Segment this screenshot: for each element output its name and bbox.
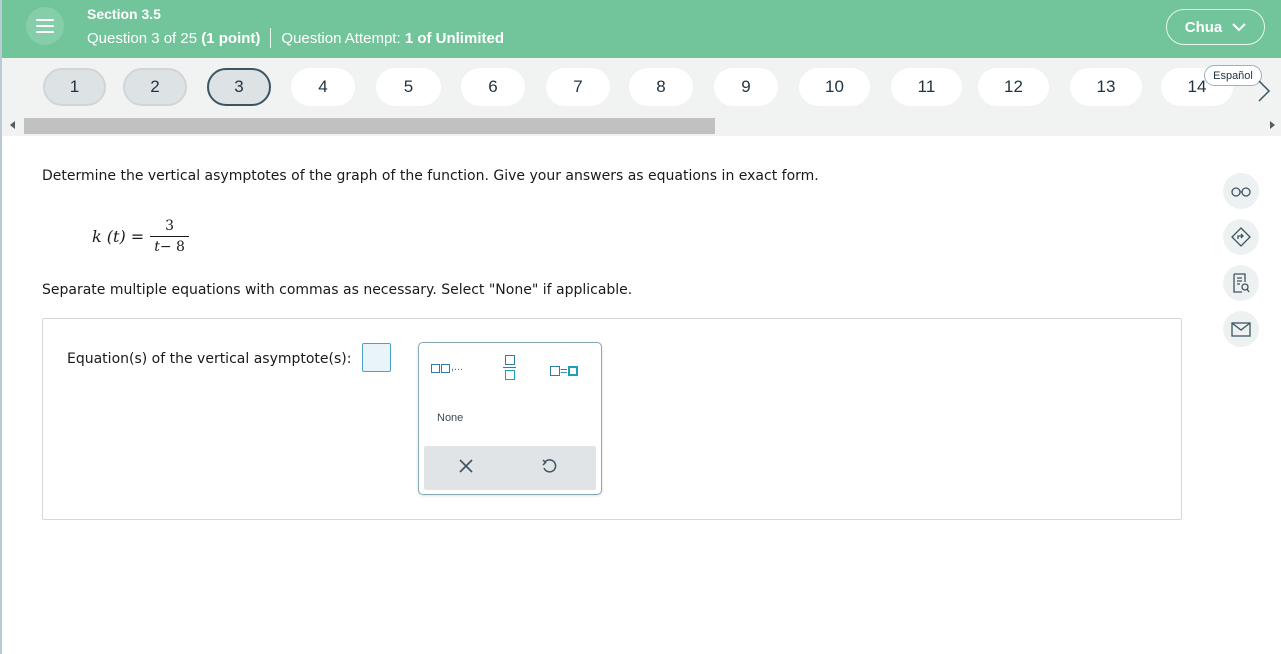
user-name: Chua	[1184, 18, 1223, 36]
chevron-down-icon	[1232, 22, 1246, 31]
answer-label: Equation(s) of the vertical asymptote(s)…	[67, 351, 352, 367]
attempt-label: Question Attempt:	[281, 29, 401, 47]
question-pill-3[interactable]: 3	[207, 68, 271, 106]
box-icon	[504, 370, 515, 380]
scroll-right-arrow[interactable]	[1270, 121, 1275, 129]
section-title: Section 3.5	[87, 6, 161, 22]
question-pill-10[interactable]: 10	[799, 68, 870, 106]
question-prompt: Determine the vertical asymptotes of the…	[42, 168, 819, 184]
fraction-bar	[503, 367, 516, 368]
question-pill-5[interactable]: 5	[376, 68, 441, 106]
equals-sign: =	[560, 363, 568, 378]
question-pill-11[interactable]: 11	[891, 68, 962, 106]
navigate-icon[interactable]	[1223, 219, 1259, 255]
clear-icon[interactable]	[459, 459, 473, 473]
question-pill-13[interactable]: 13	[1070, 68, 1142, 106]
user-menu-button[interactable]: Chua	[1166, 9, 1265, 45]
question-points: (1 point)	[201, 29, 261, 47]
none-button[interactable]: None	[437, 412, 463, 424]
question-pill-7[interactable]: 7	[546, 68, 610, 106]
chevron-right-icon[interactable]	[1257, 80, 1271, 102]
mail-icon[interactable]	[1223, 311, 1259, 347]
question-pill-12[interactable]: 12	[978, 68, 1049, 106]
notes-icon[interactable]	[1223, 265, 1259, 301]
divider	[270, 28, 272, 48]
glasses-icon[interactable]	[1223, 173, 1259, 209]
answer-area: Equation(s) of the vertical asymptote(s)…	[42, 318, 1182, 520]
formula-numerator: 3	[165, 218, 175, 234]
box-icon	[441, 364, 450, 373]
question-pill-4[interactable]: 4	[291, 68, 355, 106]
answer-input[interactable]	[362, 343, 391, 372]
question-info: Question 3 of 25 (1 point) Question Atte…	[87, 28, 504, 48]
list-suffix: ,...	[451, 361, 464, 373]
question-pill-6[interactable]: 6	[461, 68, 525, 106]
question-nav: 1 2 3 4 5 6 7 8 9 10 11 12 13 14 Español	[2, 58, 1281, 136]
question-pill-9[interactable]: 9	[714, 68, 778, 106]
fraction-template-button[interactable]	[503, 355, 516, 380]
top-header: Section 3.5 Question 3 of 25 (1 point) Q…	[2, 0, 1281, 58]
question-pill-2[interactable]: 2	[123, 68, 187, 106]
undo-icon[interactable]	[541, 458, 557, 474]
menu-icon[interactable]	[26, 7, 64, 45]
attempt-value: 1 of Unlimited	[404, 29, 504, 47]
question-pill-8[interactable]: 8	[629, 68, 693, 106]
box-icon	[567, 365, 578, 376]
question-instructions: Separate multiple equations with commas …	[42, 282, 633, 298]
question-pill-1[interactable]: 1	[43, 68, 106, 106]
palette-actions	[424, 446, 596, 490]
function-formula: k (t) = 3 t− 8	[92, 218, 189, 255]
page: Section 3.5 Question 3 of 25 (1 point) Q…	[0, 0, 1281, 654]
list-template-button[interactable]: ,...	[431, 361, 463, 373]
formula-constant: − 8	[159, 239, 185, 255]
scroll-left-arrow[interactable]	[10, 121, 15, 129]
box-icon	[550, 365, 560, 376]
equation-template-button[interactable]: =	[550, 363, 578, 378]
box-icon	[431, 364, 440, 373]
formula-lhs: k (t) =	[92, 227, 145, 246]
formula-fraction: 3 t− 8	[150, 218, 189, 255]
box-icon	[504, 355, 515, 365]
question-of: Question 3 of 25	[87, 29, 198, 47]
formula-denominator: t− 8	[150, 236, 189, 255]
horizontal-scrollbar-thumb[interactable]	[24, 118, 715, 134]
math-palette: ,... = None	[418, 342, 602, 495]
language-toggle[interactable]: Español	[1204, 65, 1262, 86]
